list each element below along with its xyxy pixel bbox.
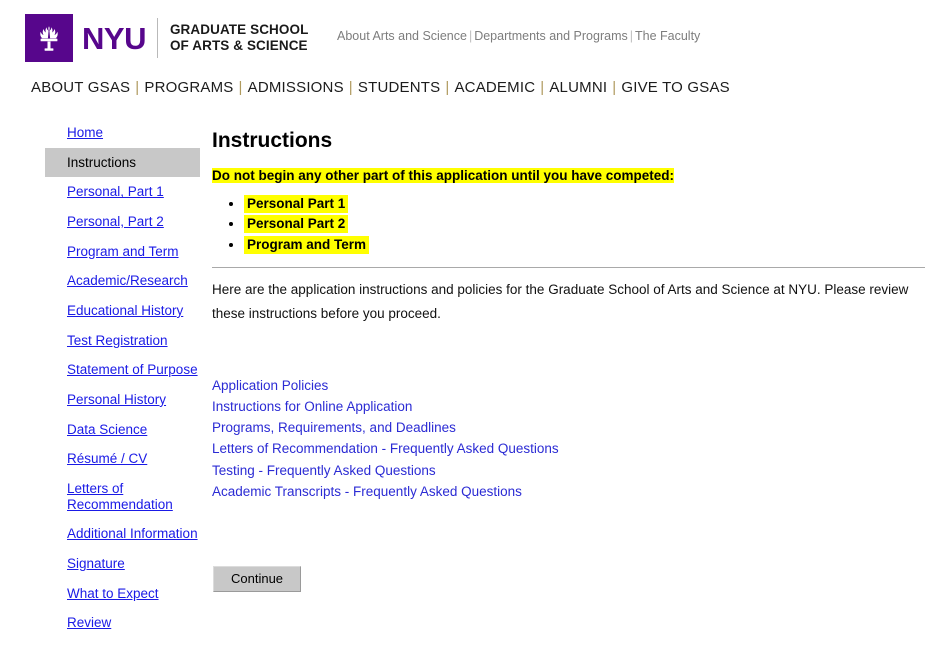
utility-link-the-faculty[interactable]: The Faculty: [635, 29, 700, 43]
school-name: GRADUATE SCHOOL OF ARTS & SCIENCE: [170, 22, 309, 54]
resource-link-application-policies[interactable]: Application Policies: [212, 375, 328, 396]
sidebar-item-additional-information[interactable]: Additional Information: [45, 519, 200, 549]
sidebar-item-academic-research[interactable]: Academic/Research: [45, 266, 200, 296]
required-section-personal-part-2: Personal Part 2: [244, 215, 349, 234]
warning-notice: Do not begin any other part of this appl…: [212, 168, 927, 185]
list-item: Personal Part 1: [244, 194, 927, 213]
resource-link-letters-of-recommendation-faq[interactable]: Letters of Recommendation - Frequently A…: [212, 438, 559, 459]
sidebar-item-personal-part-1[interactable]: Personal, Part 1: [45, 177, 200, 207]
sidebar-item-personal-part-2[interactable]: Personal, Part 2: [45, 207, 200, 237]
nav-item-alumni[interactable]: ALUMNI: [549, 79, 607, 96]
continue-button-wrap: Continue: [213, 565, 927, 592]
sidebar-item-what-to-expect[interactable]: What to Expect: [45, 579, 200, 609]
nyu-torch-icon: [25, 14, 73, 62]
required-sections-list: Personal Part 1 Personal Part 2 Program …: [212, 194, 927, 254]
logo-divider: [156, 18, 158, 58]
nav-separator: |: [612, 79, 617, 96]
nav-separator: |: [238, 79, 243, 96]
sidebar-item-resume-cv[interactable]: Résumé / CV: [45, 444, 200, 474]
resource-link-instructions-for-online-application[interactable]: Instructions for Online Application: [212, 396, 412, 417]
utility-link-departments-and-programs[interactable]: Departments and Programs: [474, 29, 628, 43]
list-item: Program and Term: [244, 235, 927, 254]
sidebar-item-review[interactable]: Review: [45, 608, 200, 638]
resource-links: Application Policies Instructions for On…: [212, 375, 927, 502]
sidebar-item-data-science[interactable]: Data Science: [45, 415, 200, 445]
required-section-personal-part-1: Personal Part 1: [244, 194, 349, 213]
sidebar-item-signature[interactable]: Signature: [45, 549, 200, 579]
nav-item-academic[interactable]: ACADEMIC: [454, 79, 535, 96]
nav-item-admissions[interactable]: ADMISSIONS: [248, 79, 344, 96]
sidebar-item-test-registration[interactable]: Test Registration: [45, 326, 200, 356]
list-item: Personal Part 2: [244, 215, 927, 234]
nav-item-students[interactable]: STUDENTS: [358, 79, 440, 96]
warning-notice-text: Do not begin any other part of this appl…: [212, 168, 675, 183]
utility-link-about-arts-and-science[interactable]: About Arts and Science: [337, 29, 467, 43]
sidebar-item-personal-history[interactable]: Personal History: [45, 385, 200, 415]
nav-item-give-to-gsas[interactable]: GIVE TO GSAS: [621, 79, 730, 96]
nav-separator: |: [135, 79, 140, 96]
nav-separator: |: [348, 79, 353, 96]
sidebar-item-program-and-term[interactable]: Program and Term: [45, 237, 200, 267]
sidebar-item-educational-history[interactable]: Educational History: [45, 296, 200, 326]
continue-button[interactable]: Continue: [213, 565, 302, 592]
nav-separator: |: [445, 79, 450, 96]
main-content: Instructions Do not begin any other part…: [212, 118, 927, 592]
application-sidebar: Home Instructions Personal, Part 1 Perso…: [45, 118, 200, 638]
school-name-line1: GRADUATE SCHOOL: [169, 22, 309, 38]
nav-item-about-gsas[interactable]: ABOUT GSAS: [31, 79, 130, 96]
utility-separator: |: [629, 29, 633, 43]
resource-link-programs-requirements-and-deadlines[interactable]: Programs, Requirements, and Deadlines: [212, 417, 456, 438]
page-title: Instructions: [212, 129, 333, 152]
nav-item-programs[interactable]: PROGRAMS: [144, 79, 233, 96]
main-navigation: ABOUT GSAS | PROGRAMS | ADMISSIONS | STUDENTS |…: [31, 79, 730, 96]
utility-links: About Arts and Science | Departments and P…: [337, 29, 700, 43]
section-divider: [212, 267, 925, 269]
required-section-program-and-term: Program and Term: [244, 235, 370, 254]
sidebar-item-statement-of-purpose[interactable]: Statement of Purpose: [45, 355, 200, 385]
sidebar-item-instructions[interactable]: Instructions: [45, 147, 200, 178]
sidebar-item-home[interactable]: Home: [45, 118, 200, 148]
resource-link-academic-transcripts-faq[interactable]: Academic Transcripts - Frequently Asked …: [212, 481, 522, 502]
site-header: NYU GRADUATE SCHOOL OF ARTS & SCIENCE Ab…: [0, 0, 927, 96]
nav-separator: |: [540, 79, 545, 96]
nyu-wordmark: NYU: [82, 20, 146, 56]
school-name-line2: OF ARTS & SCIENCE: [169, 38, 308, 53]
resource-link-testing-faq[interactable]: Testing - Frequently Asked Questions: [212, 460, 436, 481]
intro-paragraph: Here are the application instructions an…: [212, 282, 909, 321]
nyu-gsas-logo[interactable]: NYU GRADUATE SCHOOL OF ARTS & SCIENCE: [25, 14, 308, 62]
sidebar-item-letters-of-recommendation[interactable]: Letters of Recommendation: [45, 474, 200, 519]
